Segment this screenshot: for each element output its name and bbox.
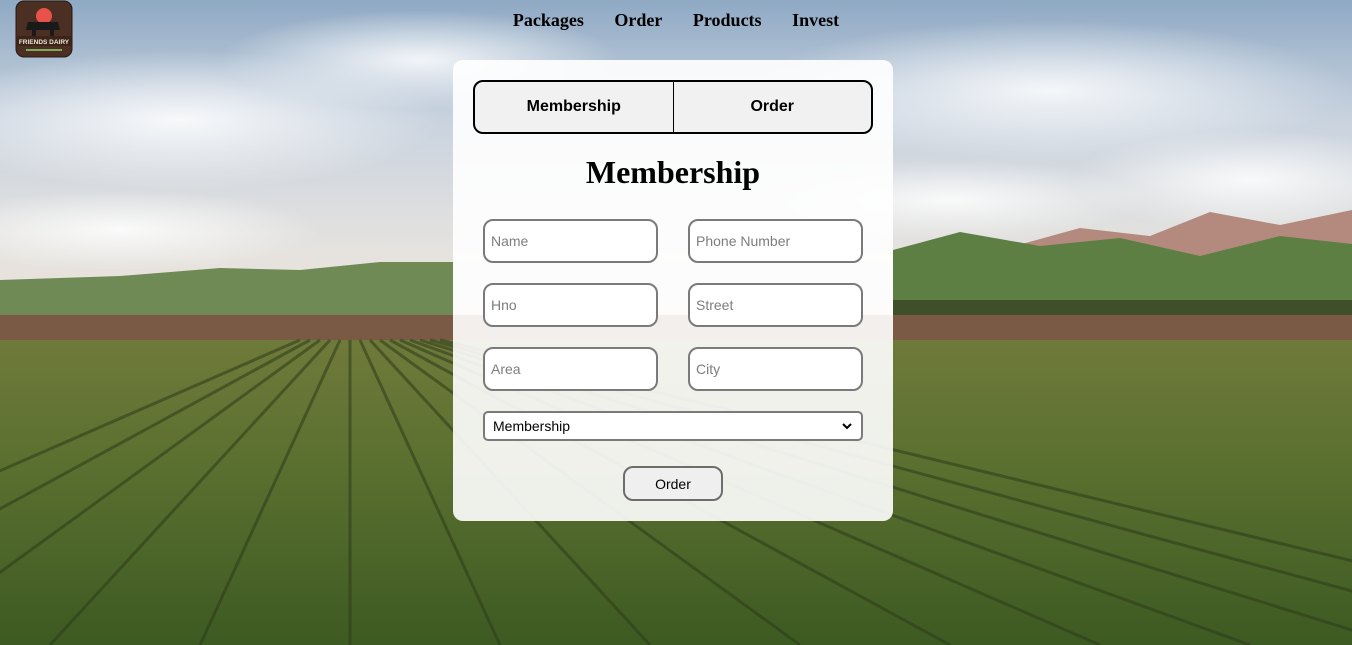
nav-packages[interactable]: Packages (513, 10, 584, 31)
nav-order[interactable]: Order (614, 10, 662, 31)
phone-number-input[interactable] (688, 219, 863, 263)
nav-products[interactable]: Products (693, 10, 762, 31)
membership-select-value: Membership (493, 418, 571, 434)
area-input[interactable] (483, 347, 658, 391)
name-input[interactable] (483, 219, 658, 263)
form-title: Membership (585, 154, 761, 190)
tab-membership[interactable]: Membership (475, 82, 673, 132)
order-submit-button[interactable]: Order (623, 466, 723, 501)
hno-input[interactable] (483, 283, 658, 327)
nav-invest[interactable]: Invest (792, 10, 839, 31)
street-input[interactable] (688, 283, 863, 327)
logo-text: FRIENDS DAIRY (19, 39, 70, 46)
chevron-down-icon (842, 423, 852, 430)
membership-card: Membership Order Membership Membership O… (453, 60, 893, 521)
top-nav: Packages Order Products Invest (0, 10, 1352, 31)
membership-select[interactable]: Membership (483, 411, 863, 441)
form-tabs: Membership Order (473, 80, 873, 134)
city-input[interactable] (688, 347, 863, 391)
tab-order[interactable]: Order (672, 82, 872, 132)
